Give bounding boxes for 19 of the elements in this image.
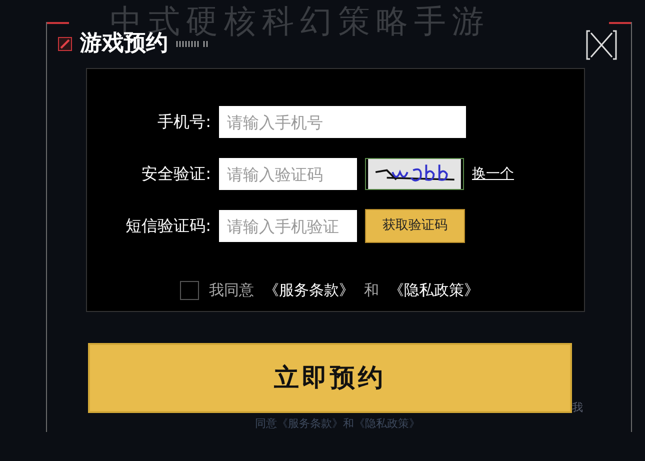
refresh-captcha-link[interactable]: 换一个 <box>472 164 514 184</box>
background-text: 我 <box>572 400 583 416</box>
field-label: 短信验证码: <box>124 215 212 237</box>
checkbox-icon <box>58 37 72 51</box>
agreement-text: 我同意 <box>209 280 254 301</box>
terms-link[interactable]: 《服务条款》 <box>264 279 354 302</box>
reserve-button[interactable]: 立即预约 <box>88 343 572 413</box>
background-text: 同意《服务条款》和《隐私政策》 <box>255 416 420 432</box>
close-button[interactable] <box>586 30 617 60</box>
agree-checkbox[interactable] <box>180 280 199 300</box>
input-field[interactable]: 请输入手机验证 <box>219 210 357 242</box>
stripe-icon <box>176 41 210 47</box>
agreement-text: 和 <box>364 280 379 301</box>
input-field[interactable]: 请输入手机号 <box>219 106 466 138</box>
input-field[interactable]: 请输入验证码 <box>219 158 357 190</box>
get-code-button[interactable]: 获取验证码 <box>365 209 465 243</box>
privacy-link[interactable]: 《隐私政策》 <box>389 279 479 302</box>
field-label: 安全验证: <box>140 163 212 185</box>
field-label: 手机号: <box>156 111 212 133</box>
